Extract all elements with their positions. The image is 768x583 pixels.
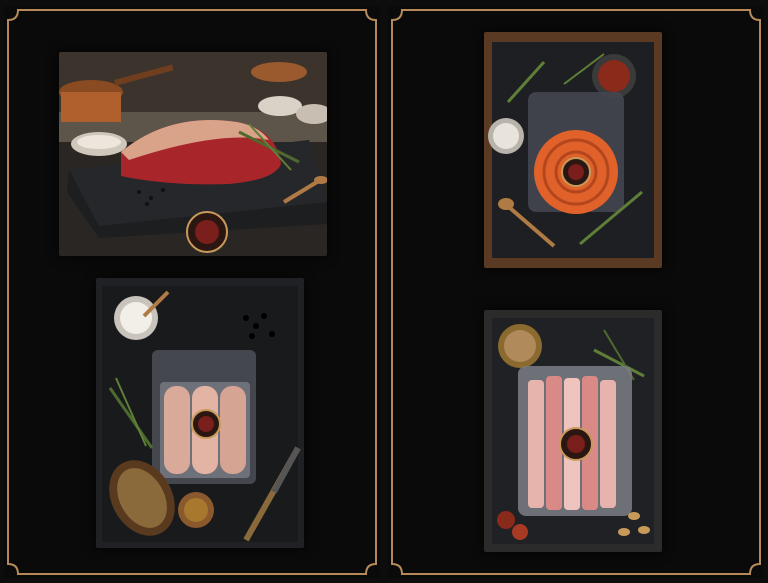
gallery-panel-left: [4, 6, 380, 578]
beef-steak-photo[interactable]: [59, 52, 327, 256]
pale-sausages-photo[interactable]: [96, 278, 304, 548]
spiral-sausage-photo[interactable]: [484, 32, 662, 268]
product-gallery: [0, 0, 768, 583]
gallery-panel-right: [388, 6, 764, 578]
bacon-photo[interactable]: [484, 310, 662, 552]
